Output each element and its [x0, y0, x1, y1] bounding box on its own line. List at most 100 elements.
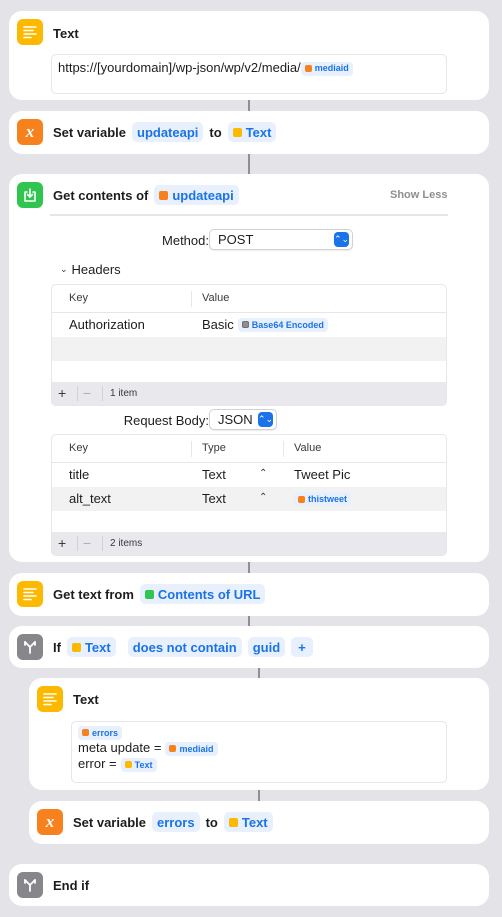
table-row[interactable]: Authorization Basic Base64 Encoded [52, 313, 446, 337]
headers-disclosure[interactable]: ⌄ Headers [60, 262, 121, 277]
item-count: 1 item [110, 388, 138, 399]
variable-value: Text [245, 124, 272, 140]
if-action-card[interactable]: If Text does not contain guid + [9, 626, 489, 668]
condition-label: does not contain [132, 639, 237, 655]
table-footer: + − 2 items [52, 532, 446, 555]
text-lines-icon [37, 686, 63, 712]
plus-icon: + [298, 639, 306, 655]
to-label: to [209, 124, 222, 140]
action-title: If Text does not contain guid + [53, 637, 319, 657]
url-variable-token[interactable]: updateapi [154, 185, 239, 205]
body-key[interactable]: title [69, 467, 89, 482]
variable-value-token[interactable]: Text [223, 812, 273, 832]
separator [77, 536, 78, 551]
body-value[interactable]: thistweet [294, 492, 357, 506]
type-stepper-icon[interactable]: ⌃ [259, 492, 267, 503]
request-body-table: Key Type Value title Text ⌃ Tweet Pic al… [51, 434, 447, 556]
remove-row-button[interactable]: − [83, 385, 91, 401]
request-body-value: JSON [218, 412, 253, 427]
header-key[interactable]: Authorization [69, 317, 145, 332]
variable-token-label: Base64 Encoded [251, 319, 324, 330]
set-variable-label: Set variable [73, 814, 146, 830]
set-variable-action-card[interactable]: x Set variable updateapi to Text [9, 111, 489, 154]
chevron-updown-icon: ⌃⌄ [334, 232, 349, 247]
text-content-field[interactable]: errors meta update = mediaid error = Text [71, 721, 447, 783]
variable-token-label: mediaid [314, 63, 349, 73]
request-body-select[interactable]: JSON ⌃⌄ [209, 409, 277, 430]
divider [50, 214, 448, 216]
variable-token-thistweet[interactable]: thistweet [294, 492, 352, 506]
body-type[interactable]: Text [202, 467, 226, 482]
if-input-token[interactable]: Text [66, 637, 116, 657]
request-body-label: Request Body: [123, 413, 209, 428]
get-contents-action-card[interactable]: Get contents of updateapi Show Less Meth… [9, 174, 489, 562]
header-value[interactable]: Basic Base64 Encoded [202, 317, 334, 332]
column-header-key: Key [69, 292, 88, 304]
get-contents-label: Get contents of [53, 187, 149, 203]
variable-name-token[interactable]: errors [152, 812, 200, 832]
base64-icon [241, 321, 249, 328]
text-variable-icon [124, 761, 132, 768]
variable-name-token[interactable]: updateapi [132, 122, 204, 142]
add-condition-button[interactable]: + [291, 637, 313, 657]
variable-token-mediaid[interactable]: mediaid [300, 61, 353, 76]
body-key[interactable]: alt_text [69, 491, 111, 506]
variable-token-label: thistweet [308, 494, 348, 504]
show-less-button[interactable]: Show Less [390, 189, 447, 201]
table-footer: + − 1 item [52, 382, 446, 405]
variable-icon [298, 495, 305, 503]
text-line: errors [78, 724, 440, 740]
text-action-card[interactable]: Text errors meta update = mediaid error =… [29, 678, 489, 790]
source-variable-name: Contents of URL [157, 586, 261, 602]
column-header-value: Value [294, 442, 322, 454]
variable-icon [159, 190, 169, 200]
end-if-action-card[interactable]: End if [9, 864, 489, 906]
get-text-action-card[interactable]: Get text from Contents of URL [9, 573, 489, 616]
body-type[interactable]: Text [202, 491, 226, 506]
separator [102, 536, 103, 551]
flow-connector [248, 616, 250, 626]
table-row[interactable]: title Text ⌃ Tweet Pic [52, 463, 446, 487]
text-action-title: Text [73, 692, 99, 707]
text-variable-icon [71, 642, 81, 652]
variable-name: errors [157, 814, 195, 830]
add-row-button[interactable]: + [58, 385, 66, 401]
variable-token-label: mediaid [179, 743, 214, 754]
chevron-updown-icon: ⌃⌄ [258, 412, 273, 427]
end-if-label: End if [53, 878, 90, 893]
method-select[interactable]: POST ⌃⌄ [209, 229, 353, 250]
separator [102, 386, 103, 401]
flow-connector [248, 562, 250, 573]
variable-token-label: Text [134, 759, 153, 770]
variable-value-token[interactable]: Text [227, 122, 277, 142]
if-label: If [53, 639, 61, 655]
variable-token-text[interactable]: Text [120, 757, 157, 772]
text-lines-icon [17, 581, 43, 607]
web-variable-icon [144, 589, 154, 599]
condition-token[interactable]: does not contain [127, 637, 242, 657]
variable-icon [304, 65, 312, 72]
table-row[interactable]: alt_text Text ⌃ thistweet [52, 487, 446, 511]
table-header: Key Type Value [52, 435, 446, 463]
column-header-value: Value [202, 292, 230, 304]
add-row-button[interactable]: + [58, 535, 66, 551]
text-lines-icon [17, 19, 43, 45]
method-value: POST [218, 232, 254, 247]
variable-x-icon: x [17, 119, 43, 145]
body-value[interactable]: Tweet Pic [294, 467, 350, 482]
type-stepper-icon[interactable]: ⌃ [259, 468, 267, 479]
text-action-card[interactable]: Text https://[yourdomain]/wp-json/wp/v2/… [9, 11, 489, 100]
variable-value: Text [241, 814, 268, 830]
method-label: Method: [162, 233, 209, 248]
variable-token-mediaid[interactable]: mediaid [165, 741, 218, 756]
remove-row-button[interactable]: − [83, 535, 91, 551]
action-title: Text [53, 26, 79, 41]
variable-token-errors[interactable]: errors [78, 725, 123, 740]
variable-token-base64[interactable]: Base64 Encoded [237, 317, 328, 332]
url-text: https://[yourdomain]/wp-json/wp/v2/media… [58, 60, 301, 75]
set-variable-action-card[interactable]: x Set variable errors to Text [29, 801, 489, 844]
text-content-field[interactable]: https://[yourdomain]/wp-json/wp/v2/media… [51, 54, 447, 94]
condition-value-token[interactable]: guid [247, 637, 286, 657]
to-label: to [205, 814, 218, 830]
source-variable-token[interactable]: Contents of URL [139, 584, 266, 604]
